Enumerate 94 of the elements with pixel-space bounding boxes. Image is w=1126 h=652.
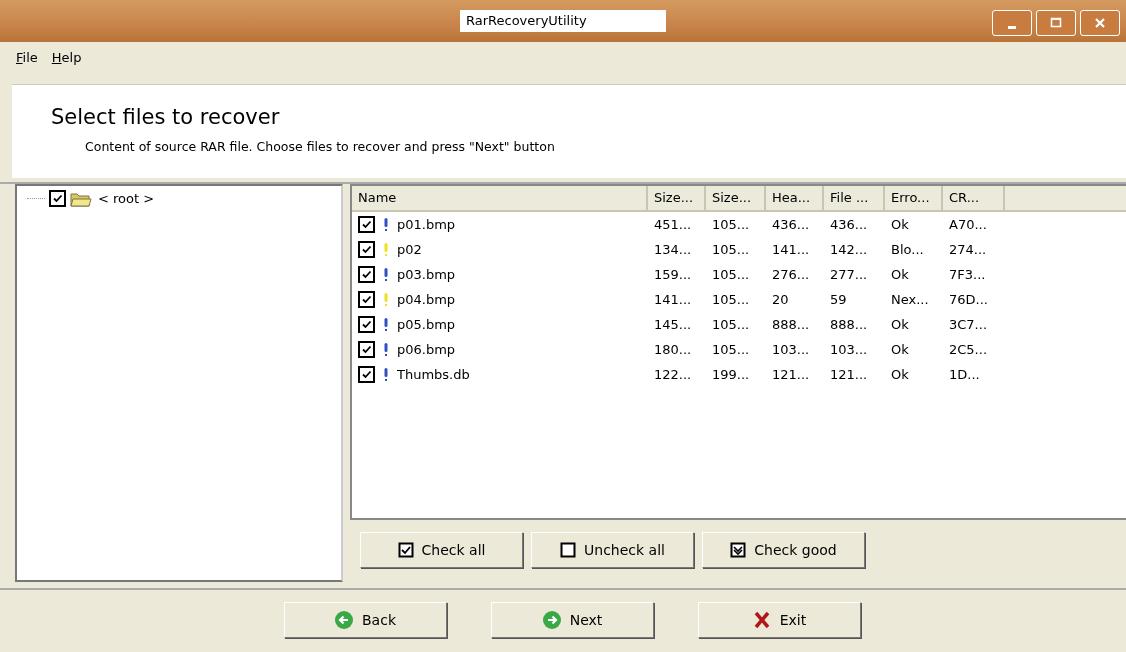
checkbox[interactable]	[358, 316, 375, 333]
table-cell: Thumbs.db	[397, 367, 470, 382]
checkmark-icon	[361, 269, 372, 280]
tree-item[interactable]: < root >	[98, 191, 155, 206]
table-cell: 277...	[830, 267, 868, 282]
table-cell: p01.bmp	[397, 217, 456, 232]
checkmark-icon	[361, 244, 372, 255]
table-cell: 436...	[830, 217, 868, 232]
table-cell: p02	[397, 242, 422, 257]
page-instructions: Content of source RAR file. Choose files to recover and press "Next" button	[85, 139, 556, 154]
action-button[interactable]: Uncheck all	[531, 532, 694, 568]
table-cell: 436...	[772, 217, 810, 232]
table-cell: 121...	[772, 367, 810, 382]
checkmark-icon	[361, 219, 372, 230]
checkbox[interactable]	[358, 366, 375, 383]
table-cell: 1D...	[949, 367, 980, 382]
maximize-icon	[1050, 17, 1062, 29]
column-header[interactable]: Name	[352, 186, 648, 210]
checkmark-icon	[361, 294, 372, 305]
table-cell: Ok	[891, 267, 909, 282]
table-cell: Ok	[891, 342, 909, 357]
table-cell: 159...	[654, 267, 692, 282]
table-cell: 105...	[712, 217, 750, 232]
table-cell: p04.bmp	[397, 292, 456, 307]
table-cell: 105...	[712, 317, 750, 332]
table-cell: 121...	[830, 367, 868, 382]
table-cell: Nex...	[891, 292, 929, 307]
checkbox[interactable]	[358, 266, 375, 283]
column-header[interactable]: CR...	[943, 186, 1005, 210]
table-cell: 7F3...	[949, 267, 986, 282]
table-cell: 274...	[949, 242, 987, 257]
checkbox[interactable]	[358, 291, 375, 308]
table-cell: Blo...	[891, 242, 924, 257]
minimize-button[interactable]	[992, 10, 1032, 36]
window-title: RarRecoveryUtility	[460, 10, 666, 32]
action-button[interactable]: Check good	[702, 532, 865, 568]
table-cell: 451...	[654, 217, 692, 232]
table-cell: p06.bmp	[397, 342, 456, 357]
table-cell: 134...	[654, 242, 692, 257]
checkbox-icon	[397, 542, 414, 558]
table-cell: 59	[830, 292, 847, 307]
table-cell: 122...	[654, 367, 692, 382]
nav-button[interactable]: Back	[283, 602, 447, 638]
column-header[interactable]: Hea...	[766, 186, 824, 210]
checkbox[interactable]	[49, 190, 66, 207]
checkbox[interactable]	[358, 341, 375, 358]
action-button[interactable]: Check all	[360, 532, 523, 568]
table-cell: 103...	[830, 342, 868, 357]
page-heading: Select files to recover	[51, 104, 281, 129]
table-cell: Ok	[891, 367, 909, 382]
table-cell: Ok	[891, 317, 909, 332]
table-cell: 105...	[712, 292, 750, 307]
column-header[interactable]: Size...	[706, 186, 766, 210]
checkbox-icon	[560, 542, 577, 558]
menu-item[interactable]: Help	[51, 49, 82, 65]
column-header[interactable]: Erro...	[885, 186, 943, 210]
checkmark-icon	[361, 319, 372, 330]
checkbox[interactable]	[358, 241, 375, 258]
table-cell: 2C5...	[949, 342, 988, 357]
column-header[interactable]: Size...	[648, 186, 706, 210]
nav-button[interactable]: Exit	[697, 602, 861, 638]
table-cell: 276...	[772, 267, 810, 282]
checkbox[interactable]	[358, 216, 375, 233]
table-cell: A70...	[949, 217, 987, 232]
table-cell: 180...	[654, 342, 692, 357]
table-cell: 199...	[712, 367, 750, 382]
table-cell: 888...	[772, 317, 810, 332]
table-cell: 105...	[712, 242, 750, 257]
table-cell: 103...	[772, 342, 810, 357]
folder-icon	[70, 190, 92, 207]
minimize-icon	[1008, 25, 1016, 29]
table-cell: p05.bmp	[397, 317, 456, 332]
checkmark-icon	[361, 369, 372, 380]
menu-item[interactable]: File	[16, 49, 38, 65]
table-cell: 888...	[830, 317, 868, 332]
table-cell: 76D...	[949, 292, 988, 307]
column-header[interactable]: File ...	[824, 186, 885, 210]
table-cell: 145...	[654, 317, 692, 332]
close-button[interactable]	[1080, 10, 1120, 36]
checkbox-icon	[730, 542, 747, 558]
table-cell: p03.bmp	[397, 267, 456, 282]
table-cell: 141...	[654, 292, 692, 307]
close-icon	[1094, 17, 1106, 29]
nav-button[interactable]: Next	[490, 602, 654, 638]
table-cell: 105...	[712, 342, 750, 357]
table-cell: 141...	[772, 242, 810, 257]
table-cell: 142...	[830, 242, 868, 257]
maximize-button[interactable]	[1036, 10, 1076, 36]
table-cell: Ok	[891, 217, 909, 232]
checkmark-icon	[52, 193, 63, 204]
checkmark-icon	[361, 344, 372, 355]
table-cell: 20	[772, 292, 789, 307]
table-cell: 105...	[712, 267, 750, 282]
table-cell: 3C7...	[949, 317, 988, 332]
